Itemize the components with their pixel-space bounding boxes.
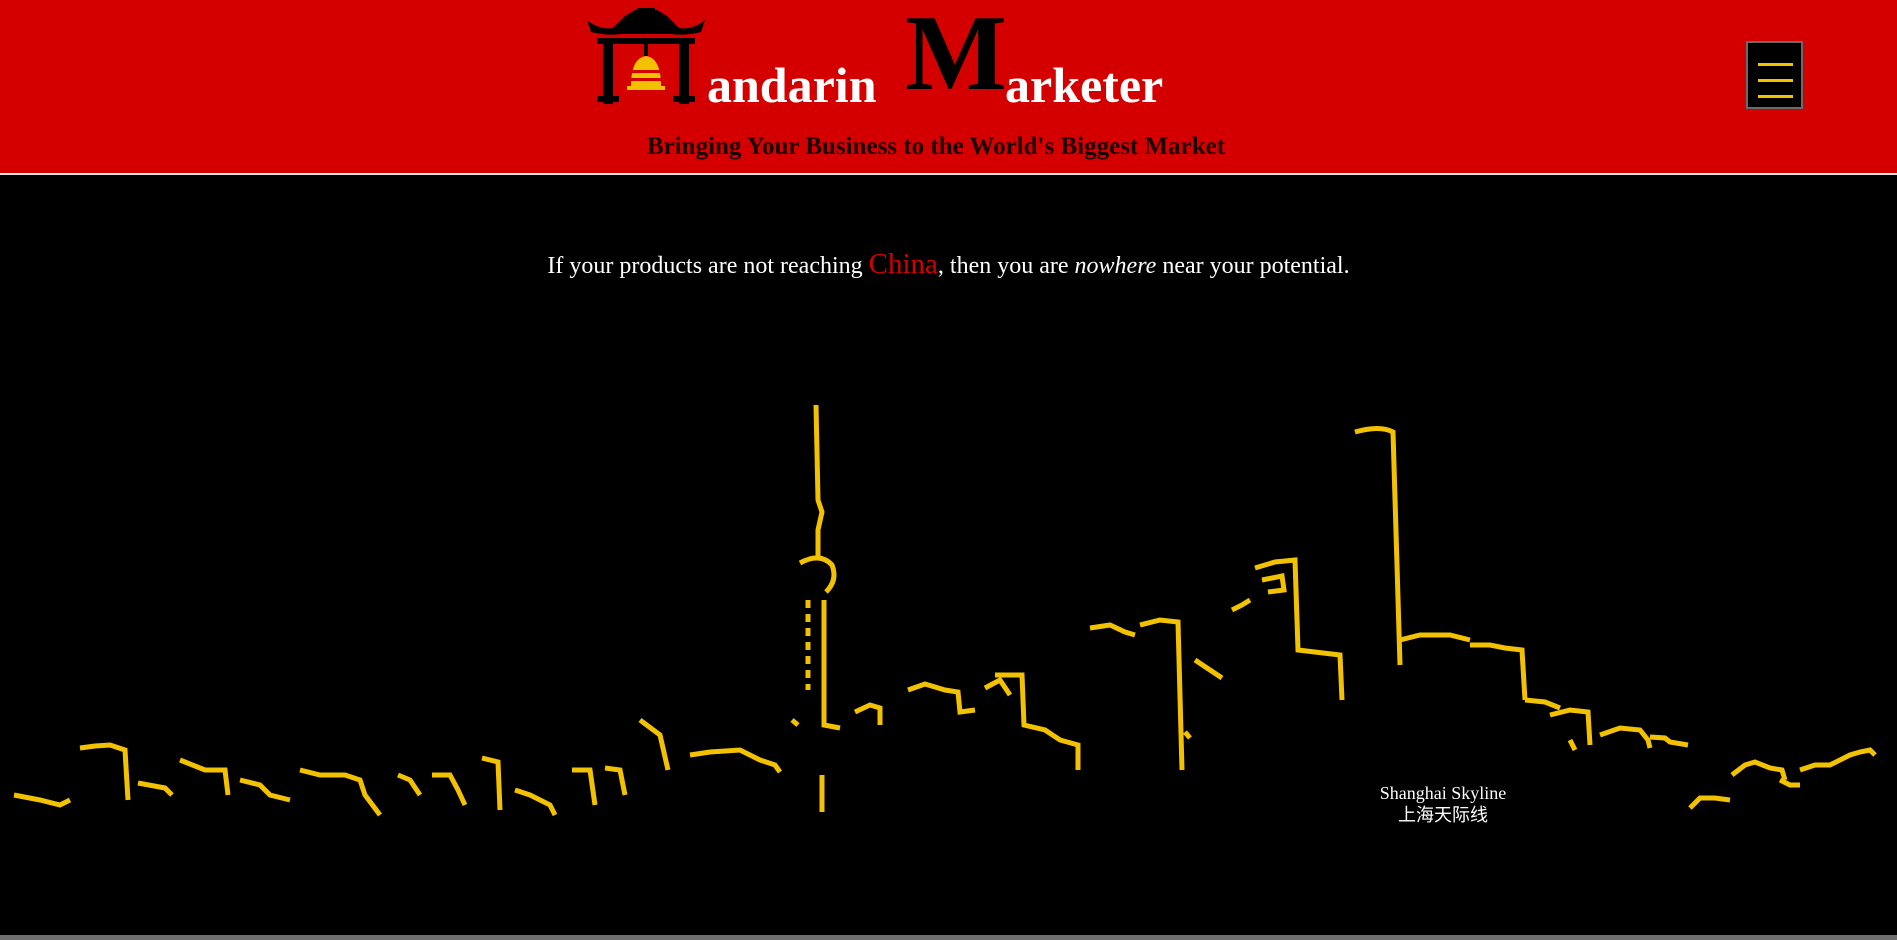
shanghai-skyline-illustration (13, 404, 1877, 817)
site-logo[interactable]: andarin M arketer (585, 0, 1225, 113)
hero-headline: If your products are not reaching China,… (0, 248, 1897, 281)
headline-highlight: China (868, 248, 938, 280)
menu-button[interactable] (1746, 41, 1803, 109)
bottom-divider (0, 935, 1897, 940)
caption-english: Shanghai Skyline (1379, 783, 1507, 803)
skyline-caption: Shanghai Skyline 上海天际线 (1343, 782, 1543, 826)
headline-text: near your potential. (1156, 253, 1350, 279)
headline-emphasis: nowhere (1074, 253, 1157, 279)
logo-big-letter: M (905, 0, 1007, 113)
tagline-text: Bringing Your Business to the World's Bi… (646, 133, 1226, 160)
site-header: andarin M arketer Bringing Your Business… (0, 0, 1897, 175)
caption-chinese: 上海天际线 (1398, 805, 1488, 825)
tagline: Bringing Your Business to the World's Bi… (0, 133, 1892, 161)
logo-word-part: arketer (1005, 57, 1164, 113)
logo-wordmark: andarin M arketer (585, 0, 1225, 113)
headline-text: If your products are not reaching (547, 253, 869, 279)
hamburger-menu-icon (1758, 63, 1793, 66)
logo-word-part: andarin (707, 57, 877, 113)
page: andarin M arketer Bringing Your Business… (0, 0, 1897, 940)
headline-text: , then you are (937, 253, 1075, 279)
